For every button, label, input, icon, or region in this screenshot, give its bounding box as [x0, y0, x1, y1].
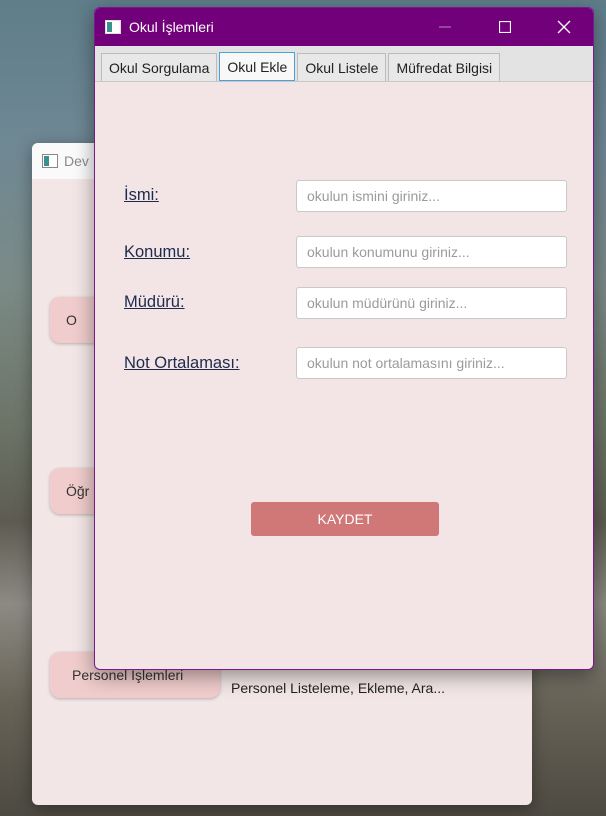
- save-button[interactable]: KAYDET: [251, 502, 439, 536]
- not-ortalamasi-input[interactable]: [296, 347, 567, 379]
- tab-okul-sorgulama[interactable]: Okul Sorgulama: [101, 53, 218, 81]
- app-icon: [42, 154, 58, 168]
- tab-label: Okul Sorgulama: [109, 59, 210, 76]
- maximize-button[interactable]: [482, 8, 528, 46]
- okul-ekle-form: İsmi: Konumu: Müdürü: Not Ortalaması: KA…: [95, 82, 593, 668]
- mudur-input[interactable]: [296, 287, 567, 319]
- isim-input[interactable]: [296, 180, 567, 212]
- konum-label: Konumu:: [124, 243, 191, 261]
- tab-okul-ekle[interactable]: Okul Ekle: [219, 52, 296, 81]
- tab-label: Okul Ekle: [227, 58, 288, 75]
- window-title: Okul İşlemleri: [129, 19, 214, 35]
- tab-mufredat-bilgisi[interactable]: Müfredat Bilgisi: [388, 53, 501, 81]
- background-window-title: Dev: [64, 153, 89, 169]
- okul-islemleri-window[interactable]: Okul İşlemleri Okul Sorgulama Okul Ekle …: [94, 7, 594, 670]
- not-ortalamasi-label: Not Ortalaması:: [124, 354, 240, 372]
- tab-label: Müfredat Bilgisi: [396, 59, 493, 76]
- minimize-button[interactable]: [422, 8, 468, 46]
- app-icon: [105, 20, 121, 34]
- isim-label: İsmi:: [124, 186, 159, 204]
- background-menu-button-label: Öğr: [66, 483, 90, 499]
- tab-bar: Okul Sorgulama Okul Ekle Okul Listele Mü…: [95, 46, 593, 82]
- personel-description: Personel Listeleme, Ekleme, Ara...: [231, 680, 445, 696]
- background-menu-button-label: O: [66, 312, 77, 328]
- close-button[interactable]: [541, 8, 587, 46]
- mudur-label: Müdürü:: [124, 293, 185, 311]
- window-titlebar[interactable]: Okul İşlemleri: [95, 8, 593, 46]
- close-icon: [557, 20, 571, 34]
- maximize-icon: [499, 21, 511, 33]
- minimize-icon: [439, 26, 451, 28]
- konum-input[interactable]: [296, 236, 567, 268]
- tab-okul-listele[interactable]: Okul Listele: [297, 53, 387, 81]
- tab-label: Okul Listele: [305, 59, 379, 76]
